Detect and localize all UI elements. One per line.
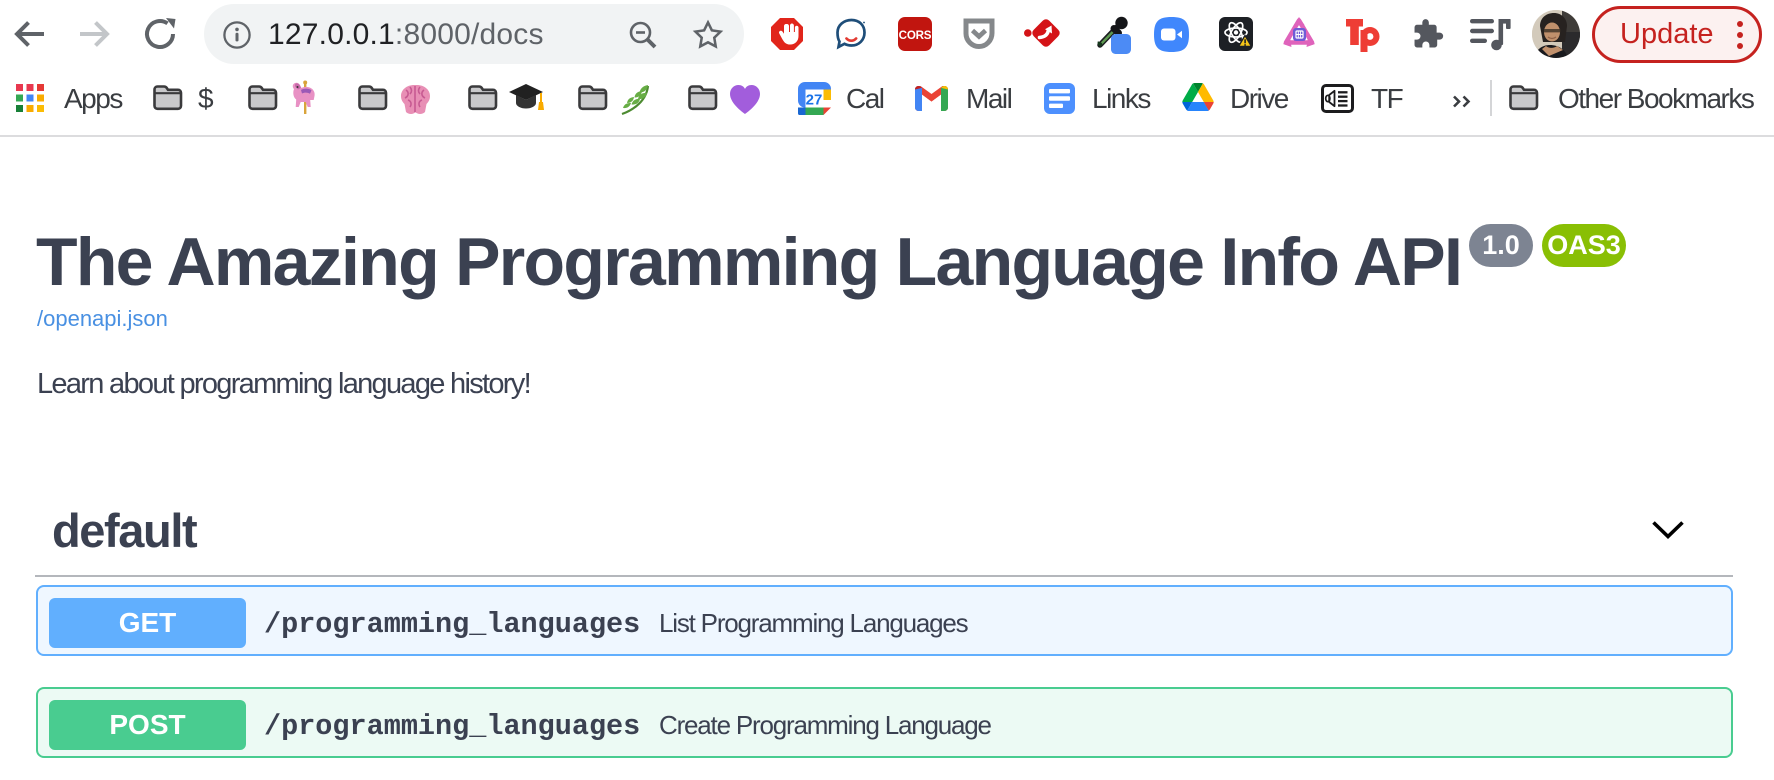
svg-text:CORS: CORS	[899, 29, 932, 42]
svg-text:27: 27	[806, 92, 823, 109]
